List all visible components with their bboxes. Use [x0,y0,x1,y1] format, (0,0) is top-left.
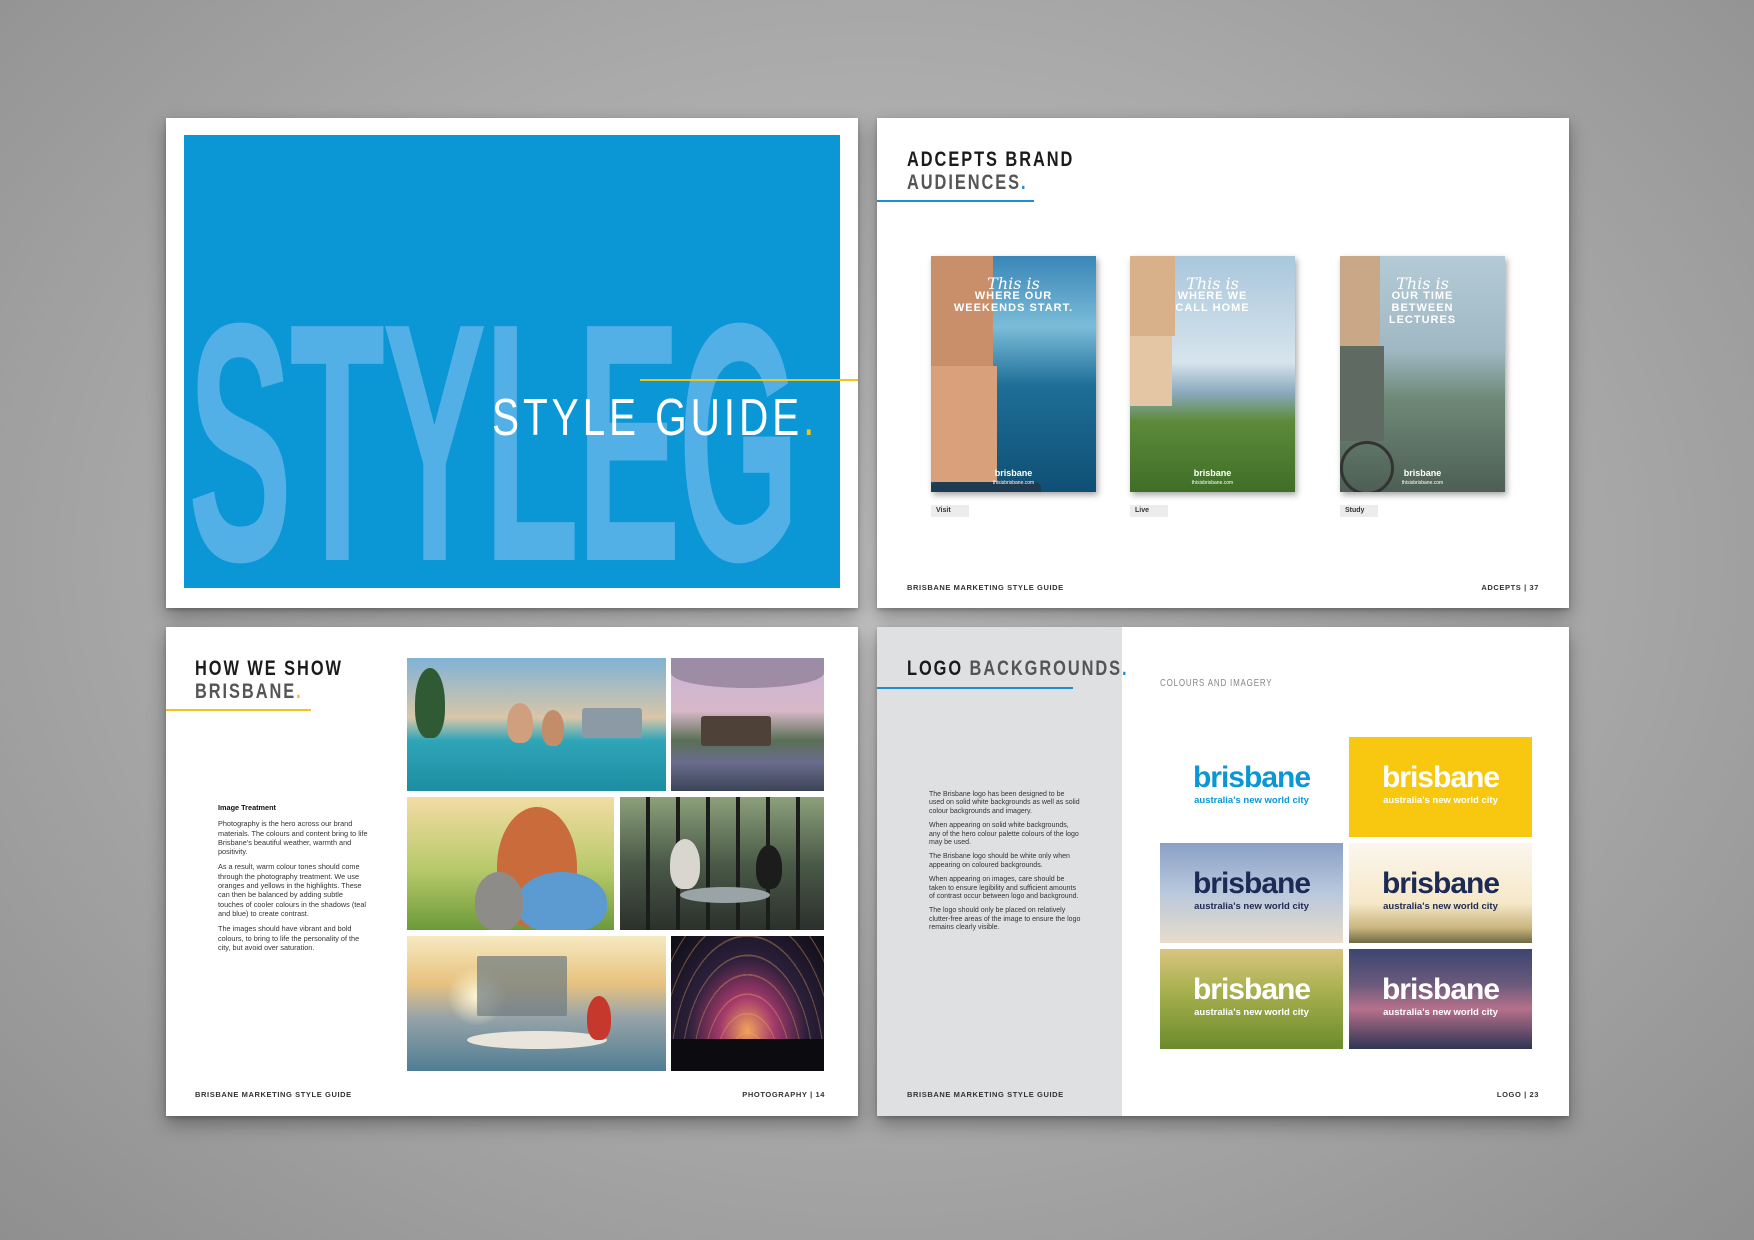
page-heading: ADCEPTS BRAND AUDIENCES. [907,148,1075,194]
logo-tile-white: brisbane australia's new world city [1160,737,1343,837]
subheading: COLOURS AND IMAGERY [1160,678,1273,689]
logo-tile-park: brisbane australia's new world city [1160,949,1343,1049]
poster-label-visit: Visit [931,505,969,517]
cover-spread: STYLEG STYLE GUIDE. [166,118,858,608]
photography-spread: HOW WE SHOW BRISBANE. Image Treatment Ph… [166,627,858,1116]
page-heading: HOW WE SHOW BRISBANE. [195,657,343,703]
photo-kayak [407,936,666,1071]
logo-tile-yellow: brisbane australia's new world city [1349,737,1532,837]
poster-label-live: Live [1130,505,1168,517]
footer-right: PHOTOGRAPHY | 14 [742,1090,825,1099]
logo-spread: LOGO BACKGROUNDS. The Brisbane logo has … [877,627,1569,1116]
photo-office [620,797,824,930]
heading-underline [877,687,1073,689]
footer-right: LOGO | 23 [1496,1090,1539,1099]
cover-title: STYLE GUIDE. [492,389,819,447]
adcepts-spread: ADCEPTS BRAND AUDIENCES. This is WHERE O… [877,118,1569,608]
heading-underline [166,709,311,711]
cover-accent-line [640,379,858,381]
footer-left: BRISBANE MARKETING STYLE GUIDE [907,1090,1064,1099]
logo-tile-sunrise: brisbane australia's new world city [1349,843,1532,943]
section-title: Image Treatment [218,803,276,812]
poster-label-study: Study [1340,505,1378,517]
page-heading: LOGO BACKGROUNDS. [907,657,1129,680]
logo-tile-dusk: brisbane australia's new world city [1349,949,1532,1049]
logo-usage-text: The Brisbane logo has been designed to b… [929,791,1081,932]
footer-right: ADCEPTS | 37 [1481,583,1539,592]
photo-koala [407,797,614,930]
poster-live: This is WHERE WE CALL HOME brisbane this… [1130,256,1295,492]
photo-jacaranda [671,658,824,791]
cover-panel: STYLEG [184,135,840,588]
logo-tile-sky: brisbane australia's new world city [1160,843,1343,943]
heading-underline [877,200,1034,202]
photo-lagoon [407,658,666,791]
footer-left: BRISBANE MARKETING STYLE GUIDE [907,583,1064,592]
image-treatment-text: Image Treatment Photography is the hero … [218,803,368,952]
footer-left: BRISBANE MARKETING STYLE GUIDE [195,1090,352,1099]
poster-study: This is OUR TIME BETWEEN LECTURES brisba… [1340,256,1505,492]
poster-visit: This is WHERE OUR WEEKENDS START. brisba… [931,256,1096,492]
photo-concert [671,936,824,1071]
